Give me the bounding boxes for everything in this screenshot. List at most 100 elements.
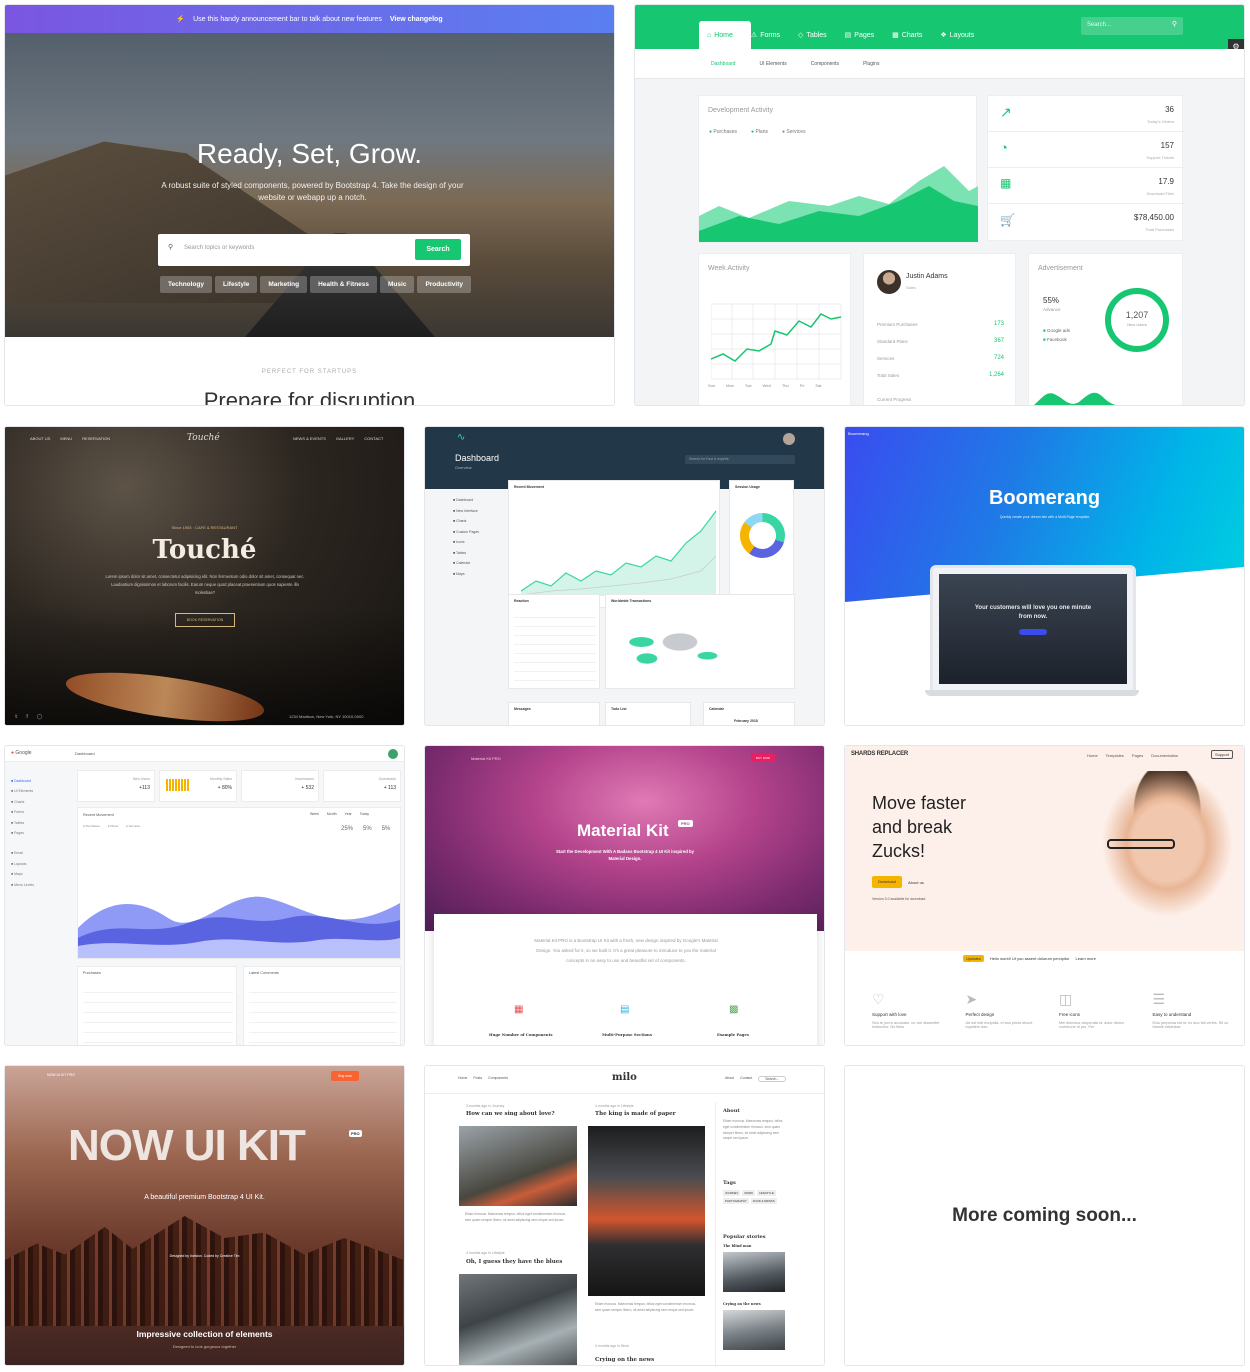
sidebar-item[interactable]: ■ New Interface	[453, 506, 508, 517]
post-photo	[459, 1126, 577, 1206]
nav-layouts[interactable]: ❖ Layouts	[940, 31, 974, 40]
brand[interactable]: Material Kit PRO	[471, 756, 501, 761]
sidebar-item[interactable]: ■ Dashboard	[11, 776, 66, 786]
template-card-milo[interactable]: Home Posts Components milo About Contact Sea…	[424, 1065, 825, 1366]
nav-pages[interactable]: ▤ Pages	[845, 31, 874, 40]
template-card-shards-landing[interactable]: ⚡ Use this handy announcement bar to tal…	[4, 4, 615, 406]
twitter-icon[interactable]: 𝕥	[15, 714, 17, 720]
search-button[interactable]: Search	[415, 239, 461, 260]
nav-search[interactable]: Search... ⚲	[1081, 17, 1183, 35]
about-text: Etiam rhoncus. Maecenas tempus, tellus e…	[723, 1119, 783, 1141]
sidebar-item[interactable]: ■ Tables	[11, 818, 66, 828]
nav-tables[interactable]: ◇ Tables	[798, 31, 827, 40]
comments-card: Latest Comments	[243, 966, 401, 1045]
wave-chart	[78, 896, 400, 958]
nav-forms[interactable]: ⚠ Forms	[751, 31, 780, 40]
stats-card: ↗ 36 Today's Orders ◔ 157 Support Ticket…	[987, 95, 1184, 241]
sidebar-item[interactable]: ■ Custom Pages	[453, 527, 508, 538]
brand[interactable]: ● Google	[11, 750, 32, 756]
search-input[interactable]: Search topics or keywords	[184, 245, 254, 251]
nav-charts[interactable]: ▦ Charts	[892, 31, 922, 40]
sidebar-item[interactable]: ■ Dashboard	[453, 495, 508, 506]
brand[interactable]: Boomerang	[848, 431, 869, 436]
sidebar-item[interactable]: ■ Maps	[11, 869, 66, 879]
template-card-dark-dashboard[interactable]: ∿ Dashboard Overview Search for Fast & e…	[424, 426, 825, 726]
sidebar-item[interactable]: ■ Charts	[453, 516, 508, 527]
subnav-plugins[interactable]: Plugins	[863, 61, 879, 67]
search-input[interactable]: Search...	[758, 1076, 787, 1082]
user-card: Justin Adams Sales Premium Purchases 173 …	[863, 253, 1016, 405]
sidebar-item[interactable]: ■ Charts	[11, 797, 66, 807]
section-subtitle: Designed to look gorgeous together	[172, 1344, 237, 1349]
inbox-icon: ◫	[1059, 991, 1073, 1007]
purchases-card: Purchases	[77, 966, 237, 1045]
sidebar-item[interactable]: ■ Icons	[453, 537, 508, 548]
hero-title: Boomerang	[988, 487, 1101, 509]
template-card-replacer[interactable]: SHARDS REPLACER Home Templates Pages Docume…	[844, 745, 1245, 1046]
sidebar-item[interactable]: ■ Layouts	[11, 859, 66, 869]
sidebar-item[interactable]: ■ Tables	[453, 548, 508, 559]
post-title[interactable]: How can we sing about love?	[466, 1111, 555, 1117]
template-card-light-dashboard[interactable]: ● Google Dashboard ■ Dashboard ■ UI Elem…	[4, 745, 405, 1046]
line-chart	[711, 303, 842, 380]
template-card-now-ui-kit[interactable]: NOW UI KIT PRO Buy now NOW UI KIT PRO A …	[4, 1065, 405, 1366]
glasses	[1107, 839, 1175, 849]
tags-heading: Tags	[723, 1180, 736, 1186]
facebook-icon[interactable]: f	[26, 714, 27, 720]
sidebar-item[interactable]: ■ Pages	[11, 828, 66, 838]
ad-card: Advertisement 55% Advance ■ Google ads ■…	[1028, 253, 1183, 405]
subnav-components[interactable]: Components	[811, 61, 839, 67]
sidebar-item[interactable]: ■ Email	[11, 848, 66, 858]
post-title[interactable]: The king is made of paper	[595, 1111, 676, 1117]
day-axis: Sun Mon Tue Wed Thu Fri Sat	[708, 383, 822, 388]
avatar[interactable]	[783, 433, 795, 445]
page-title: Dashboard	[455, 453, 500, 463]
story-photo	[723, 1252, 785, 1292]
sidebar-item[interactable]: ■ Forms	[11, 807, 66, 817]
post-title[interactable]: Oh, I guess they have the blues	[466, 1259, 562, 1265]
cart-icon: 🛒	[1000, 213, 1015, 227]
template-card-touche[interactable]: ABOUT US MENU RESERVATION Touché NEWS & EV…	[4, 426, 405, 726]
template-card-green-dashboard[interactable]: ⌂ Home ⚠ Forms ◇ Tables ▤ Pages ▦ Charts ❖ Lay…	[634, 4, 1245, 406]
hero-subtitle: A beautiful premium Bootstrap 4 UI Kit.	[144, 1194, 265, 1201]
changelog-link[interactable]: View changelog	[390, 16, 443, 23]
sidebar-item[interactable]: ■ UI Elements	[11, 786, 66, 796]
sidebar-item[interactable]: ■ Maps	[453, 569, 508, 580]
tag-list: JOURNEY WORK LIFESTYLE PHOTOGRAPHY FOOD …	[723, 1190, 777, 1204]
tag-lifestyle[interactable]: Lifestyle	[215, 276, 258, 293]
logo[interactable]: Touché	[187, 433, 220, 443]
template-card-material-kit[interactable]: Material Kit PRO BUY NOW Material Kit PR…	[424, 745, 825, 1046]
logo[interactable]: milo	[612, 1072, 637, 1083]
hero-title: NOW UI KIT	[68, 1121, 306, 1170]
brand[interactable]: NOW UI KIT PRO	[47, 1073, 75, 1077]
search-icon: ⚲	[1171, 21, 1177, 28]
week-activity-card: Week Activity Sun Mon Tue Wed Thu Fri Sat	[698, 253, 851, 405]
sidebar-item[interactable]: ■ Menu Levels	[11, 880, 66, 890]
tag-marketing[interactable]: Marketing	[260, 276, 308, 293]
nav-right: About Contact Search...	[725, 1076, 787, 1082]
support-button[interactable]: Support	[1211, 750, 1234, 759]
tag-technology[interactable]: Technology	[160, 276, 212, 293]
buy-button[interactable]: BUY NOW	[751, 754, 775, 762]
about-link[interactable]: About us	[908, 880, 924, 885]
ad-legend: ■ Google ads ■ Facebook	[1043, 328, 1071, 342]
instagram-icon[interactable]: ◯	[37, 714, 43, 720]
avatar[interactable]	[388, 749, 398, 759]
hero-search[interactable]: ⚲ Search topics or keywords Search	[158, 234, 470, 266]
download-button[interactable]: Download	[872, 876, 902, 888]
brand[interactable]: SHARDS REPLACER	[851, 751, 908, 757]
tag-music[interactable]: Music	[380, 276, 415, 293]
subnav-ui[interactable]: UI Elements	[759, 61, 786, 67]
nav-home[interactable]: ⌂ Home	[707, 31, 733, 39]
post-title[interactable]: Crying on the news	[595, 1357, 654, 1363]
reservation-button[interactable]: BOOK RESERVATION	[175, 613, 235, 627]
avatar	[877, 270, 901, 294]
search-input[interactable]: Search for Fast & experts	[685, 455, 795, 464]
buy-button[interactable]: Buy now	[331, 1071, 359, 1081]
template-card-boomerang[interactable]: Boomerang Boomerang Quickly create your …	[844, 426, 1245, 726]
subnav-dashboard[interactable]: Dashboard	[711, 61, 735, 67]
sidebar-item[interactable]: ■ Calendar	[453, 558, 508, 569]
home-icon: ⌂	[707, 31, 712, 39]
tag-productivity[interactable]: Productivity	[417, 276, 471, 293]
tag-health[interactable]: Health & Fitness	[310, 276, 378, 293]
